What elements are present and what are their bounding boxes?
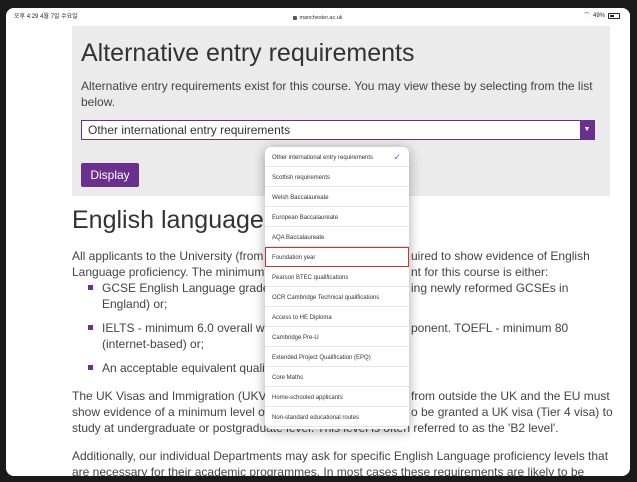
dropdown-option-label: Scottish requirements: [272, 175, 331, 181]
dropdown-option[interactable]: AQA Baccalaureate: [265, 227, 409, 247]
dropdown-option[interactable]: Non-standard educational routes: [265, 407, 409, 427]
p1-line2-right: nt for this course is either:: [411, 265, 549, 279]
b3-line1: An acceptable equivalent qualif: [102, 361, 269, 375]
battery-icon: [608, 12, 620, 19]
dropdown-option[interactable]: Cambridge Pre-U: [265, 327, 409, 347]
entry-description-line2: below.: [81, 95, 116, 109]
bullet-icon: [88, 365, 93, 370]
dropdown-option-label: Pearson BTEC qualifications: [272, 275, 349, 281]
status-bar: 오후 4:29 4월 7일 수요일 manchester.ac.uk ⌔ 49%: [6, 8, 630, 26]
dropdown-option-label: European Baccalaureate: [272, 215, 339, 221]
p1-line2-left: Language proficiency. The minimum: [72, 265, 265, 279]
dropdown-option[interactable]: Foundation year: [265, 247, 409, 267]
lock-icon: [293, 15, 298, 20]
dropdown-option-label: Cambridge Pre-U: [272, 335, 319, 341]
entry-title: Alternative entry requirements: [81, 39, 415, 67]
english-language-heading: English language: [72, 206, 264, 234]
p3-line2: are necessary for their academic program…: [72, 465, 585, 476]
dropdown-option[interactable]: Core Maths: [265, 367, 409, 387]
dropdown-option-label: Access to HE Diploma: [272, 315, 332, 321]
dropdown-option[interactable]: Other international entry requirements ✓: [265, 147, 409, 167]
select-value: Other international entry requirements: [88, 123, 291, 137]
dropdown-option[interactable]: Scottish requirements: [265, 167, 409, 187]
chevron-down-icon[interactable]: ▼: [580, 121, 594, 139]
p2-line2-left: show evidence of a minimum level of: [72, 405, 269, 419]
dropdown-option-label: Non-standard educational routes: [272, 415, 360, 421]
dropdown-option[interactable]: Pearson BTEC qualifications: [265, 267, 409, 287]
address-bar[interactable]: manchester.ac.uk: [6, 15, 630, 21]
p2-line1-right: from outside the UK and the EU must: [411, 389, 610, 403]
dropdown-option-label: Other international entry requirements: [272, 155, 374, 161]
browser-frame: 오후 4:29 4월 7일 수요일 manchester.ac.uk ⌔ 49%…: [6, 8, 630, 476]
dropdown-option[interactable]: Extended Project Qualification (EPQ): [265, 347, 409, 367]
b2-line1-left: IELTS - minimum 6.0 overall wit: [102, 321, 271, 335]
dropdown-option-label: Home-schooled applicants: [272, 395, 343, 401]
dropdown-option-label: Extended Project Qualification (EPQ): [272, 355, 371, 361]
dropdown-option[interactable]: Access to HE Diploma: [265, 307, 409, 327]
entry-description-line1: Alternative entry requirements exist for…: [81, 79, 593, 93]
wifi-icon: ⌔: [583, 12, 590, 19]
bullet-icon: [88, 325, 93, 330]
dropdown-option-label: AQA Baccalaureate: [272, 235, 325, 241]
entry-description: Alternative entry requirements exist for…: [81, 78, 601, 110]
entry-requirements-select[interactable]: Other international entry requirements ▼: [81, 120, 595, 140]
dropdown-option[interactable]: Welsh Baccalaureate: [265, 187, 409, 207]
b1-line2: England) or;: [102, 297, 168, 311]
bullet-icon: [88, 285, 93, 290]
dropdown-option[interactable]: OCR Cambridge Technical qualifications: [265, 287, 409, 307]
b2-line2: (internet-based) or;: [102, 337, 205, 351]
b2-line1-right: ponent. TOEFL - minimum 80: [411, 321, 569, 335]
b1-line1-right: ing newly reformed GCSEs in: [411, 281, 569, 295]
dropdown-option-label: Core Maths: [272, 375, 304, 381]
checkmark-icon: ✓: [393, 152, 401, 162]
entry-requirements-dropdown: Other international entry requirements ✓ S…: [265, 147, 409, 429]
display-button[interactable]: Display: [81, 163, 139, 187]
dropdown-option[interactable]: Home-schooled applicants: [265, 387, 409, 407]
dropdown-option-label: Welsh Baccalaureate: [272, 195, 329, 201]
url-text: manchester.ac.uk: [299, 15, 343, 21]
p2-line1-left: The UK Visas and Immigration (UKVI): [72, 389, 274, 403]
dropdown-option-label: Foundation year: [272, 255, 316, 261]
p1-line1-left: All applicants to the University (from t: [72, 249, 271, 263]
p3-line1: Additionally, our individual Departments…: [72, 449, 609, 463]
p2-line2-right: o be granted a UK visa (Tier 4 visa) to: [411, 405, 613, 419]
battery-percent: 49%: [592, 12, 605, 19]
b1-line1-left: GCSE English Language grade C: [102, 281, 282, 295]
status-indicators: ⌔ 49%: [583, 11, 620, 20]
dropdown-option-label: OCR Cambridge Technical qualifications: [272, 295, 380, 301]
p1-line1-right: uired to show evidence of English: [411, 249, 590, 263]
dropdown-option[interactable]: European Baccalaureate: [265, 207, 409, 227]
